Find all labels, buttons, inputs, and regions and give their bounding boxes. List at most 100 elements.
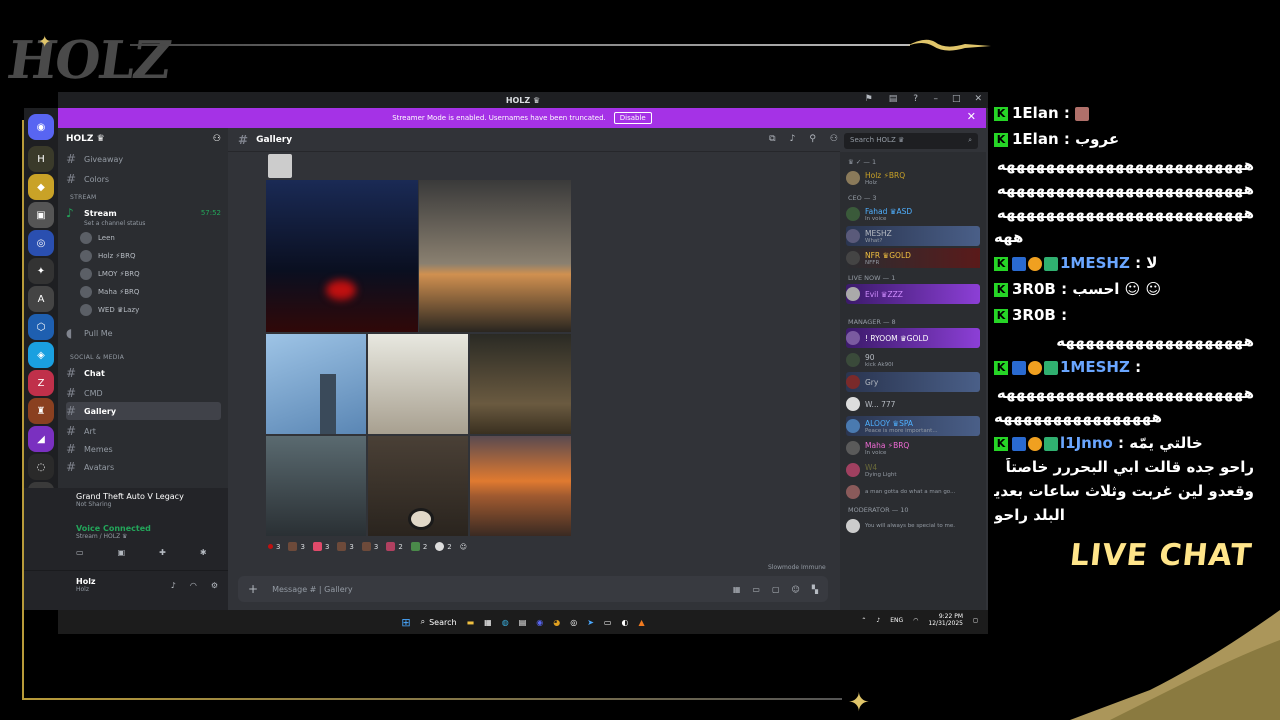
channel-status[interactable]: Set a channel status xyxy=(84,220,145,227)
voice-user[interactable]: Maha ⚡BRQ xyxy=(80,284,220,300)
threads-icon[interactable]: ⧉ xyxy=(769,134,775,144)
mic-icon[interactable]: ♪ xyxy=(876,617,880,624)
sticker-icon[interactable]: ▢ xyxy=(772,585,780,594)
server-icon[interactable]: ◎ xyxy=(28,230,54,256)
lang-indicator[interactable]: ENG xyxy=(890,617,903,624)
maximize-button[interactable]: □ xyxy=(952,94,961,104)
app-icon[interactable]: ▦ xyxy=(484,618,492,627)
telegram-icon[interactable]: ➤ xyxy=(587,618,594,627)
voice-user[interactable]: Leen xyxy=(80,230,220,246)
member-item[interactable]: Gry xyxy=(846,372,980,392)
channel-chat[interactable]: # Chat xyxy=(66,364,221,382)
activity-panel[interactable]: Grand Theft Auto V Legacy Not Sharing xyxy=(24,488,228,520)
voice-user[interactable]: LMOY ⚡BRQ xyxy=(80,266,220,282)
voice-user[interactable]: WED ♛Lazy xyxy=(80,302,220,318)
member-item[interactable]: a man gotta do what a man go... xyxy=(846,482,980,502)
gallery-image[interactable] xyxy=(266,436,366,536)
wifi-icon[interactable]: ◠ xyxy=(913,617,918,624)
channel-gallery[interactable]: # Gallery xyxy=(66,402,221,420)
reaction[interactable]: 3 xyxy=(337,542,354,551)
member-item[interactable]: Maha ⚡BRQ In voice xyxy=(846,438,980,458)
server-icon-holz[interactable]: H xyxy=(28,146,54,172)
windows-start-icon[interactable]: ⊞ xyxy=(401,616,410,629)
message-input[interactable]: + Message # | Gallery ▦ ▭ ▢ ☺ ▚ xyxy=(238,576,828,602)
disable-button[interactable]: Disable xyxy=(613,112,652,124)
obs-icon[interactable]: ◎ xyxy=(570,618,577,627)
close-icon[interactable]: ✕ xyxy=(967,110,976,123)
user-panel[interactable]: Holz Holz ♪ ◠ ⚙ xyxy=(24,570,228,610)
reaction[interactable]: 2 xyxy=(410,542,427,551)
settings-icon[interactable]: ⚙ xyxy=(211,581,218,590)
app-icon[interactable]: ▭ xyxy=(604,618,612,627)
reaction[interactable]: 3 xyxy=(288,542,305,551)
app-icon[interactable]: ▤ xyxy=(519,618,527,627)
member-item[interactable]: ALOOY ♛SPA Peace is more important... xyxy=(846,416,980,436)
mic-icon[interactable]: ♪ xyxy=(171,581,176,590)
server-icon[interactable]: ◈ xyxy=(28,342,54,368)
channel-cmd[interactable]: # CMD xyxy=(66,384,221,402)
channel-pull-me[interactable]: ◖ Pull Me xyxy=(66,324,221,342)
channel-avatars[interactable]: # Avatars xyxy=(66,458,221,476)
gif-icon[interactable]: ▭ xyxy=(752,585,760,594)
flag-icon[interactable]: ⚑ xyxy=(865,94,873,104)
channel-giveaway[interactable]: # Giveaway xyxy=(66,150,221,168)
emoji-icon[interactable]: ☺ xyxy=(792,585,800,594)
member-item[interactable]: ! RYOOM ♛GOLD xyxy=(846,328,980,348)
bell-icon[interactable]: ♪ xyxy=(790,134,796,144)
gallery-image[interactable] xyxy=(368,334,468,434)
member-item[interactable]: W... 777 xyxy=(846,394,980,414)
apps-icon[interactable]: ▚ xyxy=(812,585,818,594)
gallery-image[interactable] xyxy=(470,436,571,536)
channel-colors[interactable]: # Colors xyxy=(66,170,221,188)
member-item[interactable]: Holz ⚡BRQ Holz xyxy=(846,168,980,188)
category-stream[interactable]: STREAM xyxy=(70,194,97,201)
minimize-button[interactable]: – xyxy=(933,94,938,104)
taskbar-search[interactable]: ⌕ Search xyxy=(421,617,457,627)
reaction[interactable]: 3 xyxy=(312,542,329,551)
chevron-up-icon[interactable]: ⌃ xyxy=(861,617,866,624)
screen-share-icon[interactable]: ▣ xyxy=(118,548,126,557)
server-icon[interactable]: ♜ xyxy=(28,398,54,424)
activities-icon[interactable]: ✚ xyxy=(159,548,166,557)
voice-user[interactable]: Holz ⚡BRQ xyxy=(80,248,220,264)
app-icon[interactable]: ▲ xyxy=(638,618,644,627)
server-icon[interactable]: ◌ xyxy=(28,454,54,480)
add-reaction-icon[interactable]: ☺ xyxy=(460,542,467,551)
gift-icon[interactable]: ▦ xyxy=(733,585,741,594)
gallery-image[interactable] xyxy=(266,334,366,434)
inbox-icon[interactable]: ▤ xyxy=(889,94,898,104)
close-button[interactable]: ✕ xyxy=(974,94,982,104)
add-friend-icon[interactable]: ⚇ xyxy=(213,134,221,144)
server-icon[interactable]: Z xyxy=(28,370,54,396)
reaction[interactable]: 3 xyxy=(361,542,378,551)
server-header[interactable]: HOLZ ♛ ⚇ xyxy=(66,128,221,150)
reaction[interactable]: 2 xyxy=(386,542,403,551)
member-item[interactable]: Fahad ♛ASD In voice xyxy=(846,204,980,224)
server-icon[interactable]: A xyxy=(28,286,54,312)
server-icon[interactable]: ✦ xyxy=(28,258,54,284)
edge-icon[interactable]: ◍ xyxy=(502,618,509,627)
channel-art[interactable]: # Art xyxy=(66,422,221,440)
app-icon[interactable]: ◐ xyxy=(621,618,628,627)
notification-icon[interactable]: ◻ xyxy=(973,617,978,624)
member-item[interactable]: NFR ♛GOLD NFFR xyxy=(846,248,980,268)
camera-icon[interactable]: ▭ xyxy=(76,548,84,557)
member-item[interactable]: 90 kick Ak90I xyxy=(846,350,980,370)
discord-taskbar-icon[interactable]: ◉ xyxy=(536,618,543,627)
gallery-image[interactable] xyxy=(470,334,571,434)
server-icon[interactable]: ▣ xyxy=(28,202,54,228)
channel-memes[interactable]: # Memes xyxy=(66,440,221,458)
gallery-image[interactable] xyxy=(419,180,571,332)
reaction[interactable]: 2 xyxy=(435,542,452,551)
pin-icon[interactable]: ⚲ xyxy=(809,134,816,144)
members-icon[interactable]: ⚇ xyxy=(830,134,838,144)
reaction[interactable]: 3 xyxy=(268,542,280,551)
voice-location[interactable]: Stream / HOLZ ♛ xyxy=(76,533,220,540)
server-icon[interactable]: ◢ xyxy=(28,426,54,452)
member-item[interactable]: MESHZ What? xyxy=(846,226,980,246)
gallery-image[interactable] xyxy=(266,180,418,332)
clock[interactable]: 9:22 PM 12/31/2025 xyxy=(928,613,963,627)
server-icon[interactable]: ⬡ xyxy=(28,314,54,340)
file-explorer-icon[interactable]: ▬ xyxy=(467,618,475,627)
gallery-thumbnail[interactable] xyxy=(268,154,292,178)
